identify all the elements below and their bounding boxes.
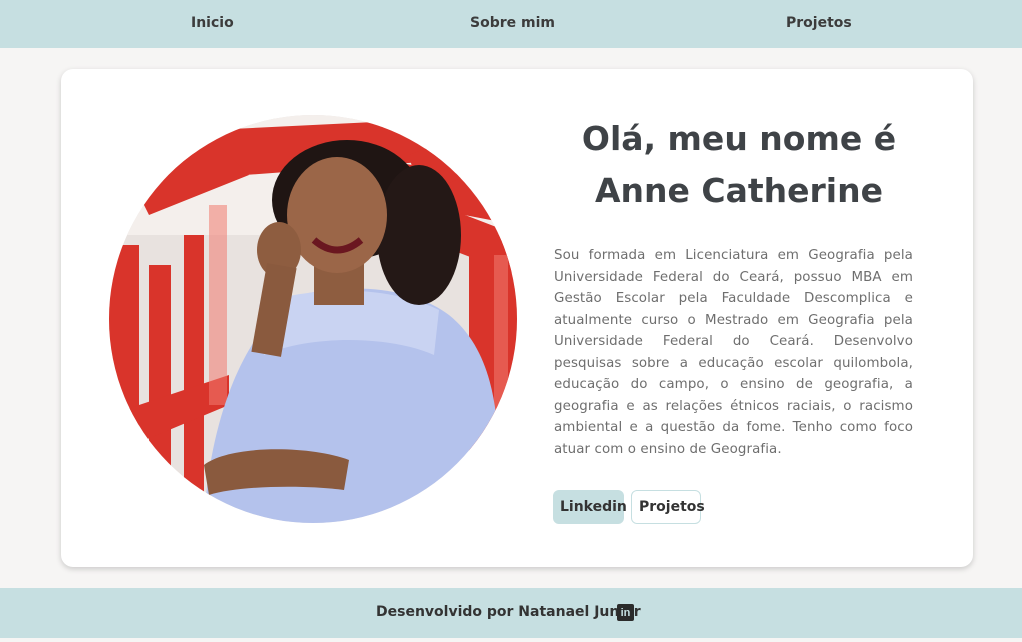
linkedin-icon[interactable]: in (617, 604, 634, 621)
linkedin-button[interactable]: Linkedin (553, 490, 627, 524)
hero-title: Olá, meu nome é Anne Catherine (553, 113, 925, 217)
top-navbar: Inicio Sobre mim Projetos (0, 0, 1022, 48)
footer: Desenvolvido por Natanael Junior in (0, 588, 1022, 638)
nav-link-projetos[interactable]: Projetos (786, 15, 852, 31)
bio-text: Sou formada em Licenciatura em Geografia… (554, 248, 913, 457)
linkedin-button-label: Linkedin (560, 499, 627, 515)
about-card: Olá, meu nome é Anne Catherine Sou forma… (61, 69, 973, 567)
profile-photo-illustration (109, 115, 517, 523)
nav-link-sobre-mim[interactable]: Sobre mim (470, 15, 555, 31)
nav-link-inicio[interactable]: Inicio (191, 15, 234, 31)
profile-photo (109, 115, 517, 523)
footer-credit: Desenvolvido por Natanael Junior (376, 604, 641, 620)
projetos-button[interactable]: Projetos (631, 490, 705, 524)
hero-title-line2: Anne Catherine (595, 171, 883, 210)
hero-title-line1: Olá, meu nome é (581, 119, 897, 158)
projetos-button-label: Projetos (639, 499, 705, 515)
